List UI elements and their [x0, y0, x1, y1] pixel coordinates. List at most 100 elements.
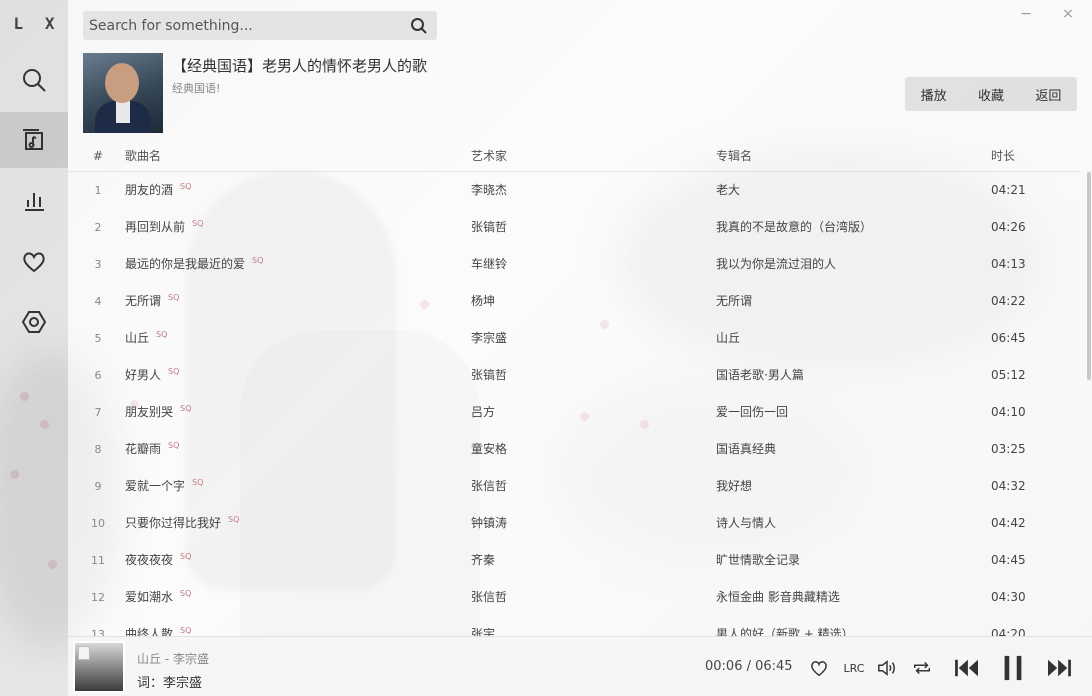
song-title: 山丘 [125, 331, 150, 345]
loop-mode-button[interactable] [910, 657, 934, 679]
table-row[interactable]: 13 曲终人散 SQ 张宇 男人的好（新歌 + 精选） 04:20 [68, 616, 1080, 636]
song-artist[interactable]: 钟镇涛 [471, 505, 507, 542]
header-artist: 艺术家 [471, 149, 508, 163]
song-artist[interactable]: 李宗盛 [471, 320, 507, 357]
heart-icon [23, 252, 45, 273]
close-button[interactable]: × [1060, 6, 1076, 22]
lyrics-toggle[interactable]: LRC [842, 657, 866, 679]
app-logo: L X [13, 14, 61, 33]
skip-next-icon [1048, 659, 1071, 677]
previous-button[interactable] [952, 654, 982, 682]
song-artist[interactable]: 童安格 [471, 431, 507, 468]
song-name: 只要你过得比我好 SQ [125, 505, 239, 542]
search-icon [23, 69, 46, 92]
song-album[interactable]: 无所谓 [716, 283, 752, 320]
current-lyric: 词：李宗盛 [137, 676, 203, 691]
now-playing-cover[interactable] [73, 641, 125, 693]
song-album[interactable]: 我好想 [716, 468, 752, 505]
song-name: 爱如潮水 SQ [125, 579, 191, 616]
song-album[interactable]: 爱一回伤一回 [716, 394, 788, 431]
song-artist[interactable]: 李晓杰 [471, 172, 507, 209]
song-duration: 04:42 [991, 516, 1026, 530]
table-row[interactable]: 12 爱如潮水 SQ 张信哲 永恒金曲 影音典藏精选 04:30 [68, 579, 1080, 616]
song-name: 最远的你是我最近的爱 SQ [125, 246, 263, 283]
player-bar: 山丘 - 李宗盛 词：李宗盛 00:06 / 06:45 LRC [68, 636, 1092, 696]
song-artist[interactable]: 齐秦 [471, 542, 495, 579]
table-row[interactable]: 7 朋友别哭 SQ 吕方 爱一回伤一回 04:10 [68, 394, 1080, 431]
playback-time: 00:06 / 06:45 [705, 659, 793, 674]
now-playing-title[interactable]: 山丘 - 李宗盛 [137, 650, 209, 667]
header-song-name: 歌曲名 [125, 149, 162, 163]
song-table: 1 朋友的酒 SQ 李晓杰 老大 04:21 2 再回到从前 SQ 张镐哲 我真的不是故意的（台湾版… [68, 172, 1080, 636]
table-row[interactable]: 10 只要你过得比我好 SQ 钟镇涛 诗人与情人 04:42 [68, 505, 1080, 542]
sq-quality-badge: SQ [180, 626, 192, 635]
table-row[interactable]: 8 花瓣雨 SQ 童安格 国语真经典 03:25 [68, 431, 1080, 468]
song-artist[interactable]: 张信哲 [471, 579, 507, 616]
favorite-button[interactable] [808, 657, 830, 679]
table-row[interactable]: 3 最远的你是我最近的爱 SQ 车继铃 我以为你是流过泪的人 04:13 [68, 246, 1080, 283]
sq-quality-badge: SQ [180, 552, 192, 561]
table-row[interactable]: 5 山丘 SQ 李宗盛 山丘 06:45 [68, 320, 1080, 357]
sidebar-item-leaderboard[interactable] [0, 172, 68, 228]
search-button[interactable] [401, 11, 437, 40]
table-row[interactable]: 11 夜夜夜夜 SQ 齐秦 旷世情歌全记录 04:45 [68, 542, 1080, 579]
sq-quality-badge: SQ [180, 404, 192, 413]
collect-button[interactable]: 收藏 [962, 77, 1019, 111]
song-duration: 03:25 [991, 442, 1026, 456]
playlist-cover [83, 53, 163, 133]
song-duration: 04:10 [991, 405, 1026, 419]
row-index: 1 [94, 184, 102, 197]
song-name: 好男人 SQ [125, 357, 179, 394]
song-duration: 06:45 [991, 331, 1026, 345]
row-index: 6 [94, 369, 102, 382]
search-icon [411, 17, 427, 34]
song-duration: 04:21 [991, 183, 1026, 197]
song-artist[interactable]: 车继铃 [471, 246, 507, 283]
play-all-button[interactable]: 播放 [905, 77, 962, 111]
row-index: 13 [91, 628, 105, 636]
sq-quality-badge: SQ [252, 256, 264, 265]
song-album[interactable]: 山丘 [716, 320, 740, 357]
song-artist[interactable]: 吕方 [471, 394, 495, 431]
song-album[interactable]: 诗人与情人 [716, 505, 776, 542]
next-button[interactable] [1044, 654, 1074, 682]
song-artist[interactable]: 张镐哲 [471, 357, 507, 394]
table-row[interactable]: 2 再回到从前 SQ 张镐哲 我真的不是故意的（台湾版） 04:26 [68, 209, 1080, 246]
song-album[interactable]: 国语真经典 [716, 431, 776, 468]
song-album[interactable]: 旷世情歌全记录 [716, 542, 800, 579]
song-artist[interactable]: 张信哲 [471, 468, 507, 505]
minimize-button[interactable]: − [1018, 6, 1034, 22]
row-index: 4 [94, 295, 102, 308]
pause-button[interactable] [998, 652, 1028, 684]
sidebar-item-favorites[interactable] [0, 234, 68, 290]
table-row[interactable]: 9 爱就一个字 SQ 张信哲 我好想 04:32 [68, 468, 1080, 505]
sidebar-item-settings[interactable] [0, 294, 68, 350]
sidebar: L X [0, 0, 68, 696]
song-album[interactable]: 我真的不是故意的（台湾版） [716, 209, 872, 246]
table-row[interactable]: 6 好男人 SQ 张镐哲 国语老歌·男人篇 05:12 [68, 357, 1080, 394]
sidebar-item-search[interactable] [0, 52, 68, 108]
bar-chart-icon [25, 193, 44, 211]
table-row[interactable]: 1 朋友的酒 SQ 李晓杰 老大 04:21 [68, 172, 1080, 209]
song-title: 好男人 [125, 368, 162, 382]
song-name: 朋友别哭 SQ [125, 394, 191, 431]
sq-quality-badge: SQ [192, 219, 204, 228]
song-artist[interactable]: 张镐哲 [471, 209, 507, 246]
list-scrollbar[interactable] [1087, 172, 1091, 380]
table-header: # 歌曲名 艺术家 专辑名 时长 [68, 140, 1080, 172]
song-album[interactable]: 我以为你是流过泪的人 [716, 246, 836, 283]
song-duration: 04:26 [991, 220, 1026, 234]
main-panel: − × 【经典国语】老男人的情怀老男人的歌 经典国语! 播放 收藏 返回 # 歌… [68, 0, 1092, 636]
sidebar-item-songlist[interactable] [0, 112, 68, 168]
song-album[interactable]: 老大 [716, 172, 740, 209]
song-album[interactable]: 男人的好（新歌 + 精选） [716, 616, 854, 636]
search-input[interactable] [83, 11, 401, 40]
song-album[interactable]: 国语老歌·男人篇 [716, 357, 804, 394]
song-artist[interactable]: 张宇 [471, 616, 495, 636]
volume-button[interactable] [875, 657, 899, 679]
table-row[interactable]: 4 无所谓 SQ 杨坤 无所谓 04:22 [68, 283, 1080, 320]
song-artist[interactable]: 杨坤 [471, 283, 495, 320]
song-title: 再回到从前 [125, 220, 186, 234]
back-button[interactable]: 返回 [1020, 77, 1077, 111]
song-album[interactable]: 永恒金曲 影音典藏精选 [716, 579, 840, 616]
